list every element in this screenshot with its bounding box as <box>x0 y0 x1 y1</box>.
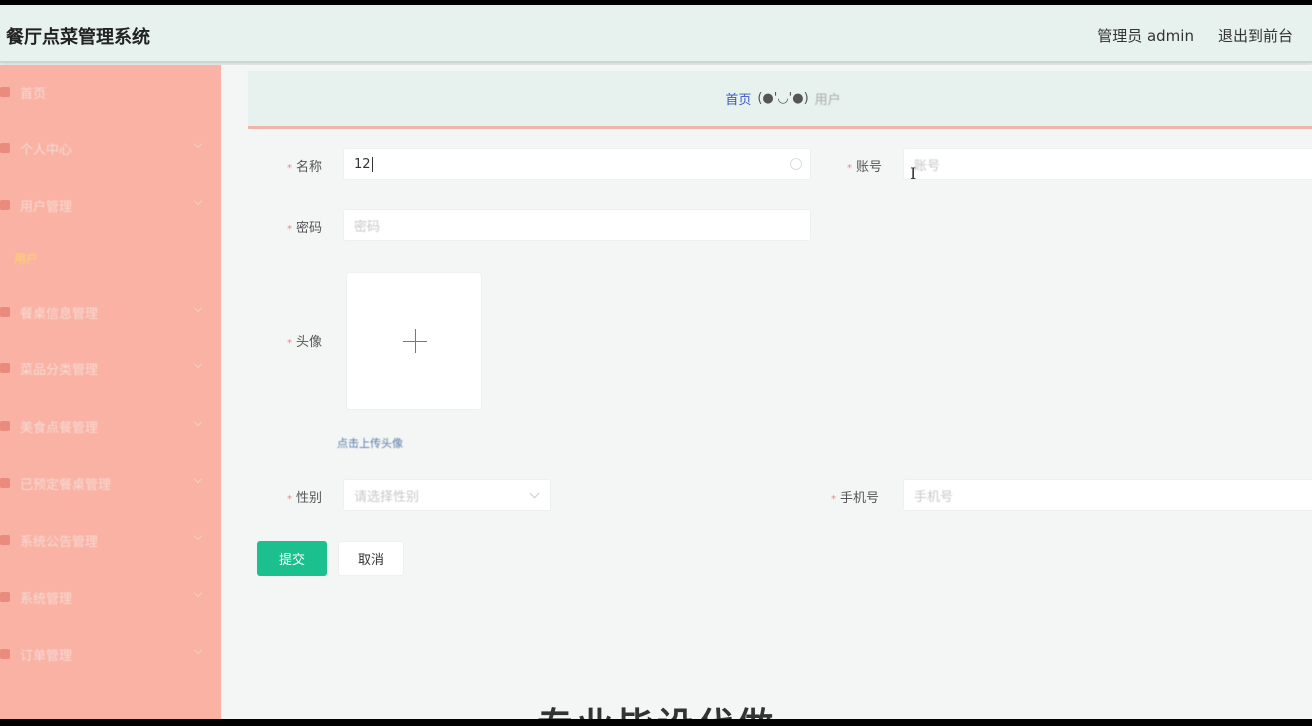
exit-to-front-link[interactable]: 退出到前台 <box>1218 25 1293 46</box>
breadcrumb: 首页 (●'◡'●) 用户 <box>248 71 1312 129</box>
account-label: * 账号 <box>847 160 883 175</box>
user-icon <box>0 200 10 210</box>
breadcrumb-current: 用户 <box>814 93 841 108</box>
watermark-text: 专业毕设代做 <box>537 697 777 719</box>
chevron-down-icon <box>529 488 540 499</box>
name-input[interactable]: 12 <box>343 148 811 180</box>
table-icon <box>0 307 10 317</box>
sidebar: 首页 个人中心 用户管理 用户 餐桌信息管理 菜品分类管理 美食点餐管理 已预定… <box>0 65 221 719</box>
chevron-down-icon <box>193 588 203 598</box>
gender-select[interactable]: 请选择性别 <box>343 479 551 511</box>
header-actions: 管理员 admin 退出到前台 退 <box>1097 25 1312 46</box>
chevron-down-icon <box>193 645 203 655</box>
sidebar-item-orders[interactable]: 订单管理 <box>0 634 221 674</box>
chevron-down-icon <box>193 531 203 541</box>
sidebar-item-users[interactable]: 用户管理 <box>0 185 221 225</box>
main-content: 首页 (●'◡'●) 用户 * 名称 12 * 账号 账号 I * 密码 密码 * 头像… <box>221 65 1312 719</box>
order-icon <box>0 649 10 659</box>
gender-label: * 性别 <box>287 491 323 506</box>
sidebar-item-profile[interactable]: 个人中心 <box>0 128 221 168</box>
chevron-down-icon <box>193 359 203 369</box>
clear-icon[interactable] <box>790 158 802 170</box>
app-title: 餐厅点菜管理系统 <box>6 27 150 48</box>
cancel-button[interactable]: 取消 <box>338 541 404 576</box>
admin-user-link[interactable]: 管理员 admin <box>1097 25 1194 46</box>
sidebar-item-label: 订单管理 <box>20 648 73 664</box>
settings-icon <box>0 592 10 602</box>
sidebar-item-label: 系统公告管理 <box>20 534 99 550</box>
sidebar-item-home[interactable]: 首页 <box>0 72 221 112</box>
phone-input[interactable]: 手机号 <box>903 479 1312 511</box>
sidebar-item-label: 已预定餐桌管理 <box>20 477 112 493</box>
sidebar-item-system[interactable]: 系统管理 <box>0 577 221 617</box>
upload-tip: 点击上传头像 <box>337 437 403 450</box>
app-window: 餐厅点菜管理系统 管理员 admin 退出到前台 退 首页 个人中心 用户管理 … <box>0 5 1312 719</box>
top-header: 餐厅点菜管理系统 管理员 admin 退出到前台 退 <box>0 5 1312 63</box>
chevron-down-icon <box>193 196 203 206</box>
name-label: * 名称 <box>287 160 323 175</box>
password-label: * 密码 <box>287 221 323 236</box>
phone-label: * 手机号 <box>831 491 880 506</box>
sidebar-item-label: 个人中心 <box>20 142 73 158</box>
sidebar-item-label: 首页 <box>20 86 47 102</box>
calendar-icon <box>0 478 10 488</box>
sidebar-item-label: 用户管理 <box>20 199 73 215</box>
password-input[interactable]: 密码 <box>343 209 811 241</box>
notice-icon <box>0 535 10 545</box>
chevron-down-icon <box>193 417 203 427</box>
home-icon <box>0 87 10 97</box>
breadcrumb-home[interactable]: 首页 <box>725 89 751 108</box>
sidebar-item-label: 餐桌信息管理 <box>20 306 99 322</box>
list-icon <box>0 363 10 373</box>
sidebar-item-notices[interactable]: 系统公告管理 <box>0 520 221 560</box>
sidebar-item-food[interactable]: 美食点餐管理 <box>0 406 221 446</box>
avatar-label: * 头像 <box>287 335 323 350</box>
avatar-upload[interactable] <box>346 272 482 410</box>
chevron-down-icon <box>193 474 203 484</box>
submit-button[interactable]: 提交 <box>257 541 327 576</box>
text-cursor-icon: I <box>910 164 917 183</box>
breadcrumb-separator: (●'◡'●) <box>757 91 809 106</box>
sidebar-item-categories[interactable]: 菜品分类管理 <box>0 348 221 388</box>
person-icon <box>0 143 10 153</box>
sidebar-item-label: 美食点餐管理 <box>20 420 99 436</box>
sidebar-item-reservations[interactable]: 已预定餐桌管理 <box>0 463 221 503</box>
sidebar-subitem-users[interactable]: 用户 <box>14 250 44 266</box>
sidebar-item-tables[interactable]: 餐桌信息管理 <box>0 292 221 332</box>
sidebar-item-label: 菜品分类管理 <box>20 362 99 378</box>
chevron-down-icon <box>193 139 203 149</box>
sidebar-item-label: 系统管理 <box>20 591 73 607</box>
food-icon <box>0 421 10 431</box>
chevron-down-icon <box>193 303 203 313</box>
account-input[interactable]: 账号 <box>903 148 1312 180</box>
